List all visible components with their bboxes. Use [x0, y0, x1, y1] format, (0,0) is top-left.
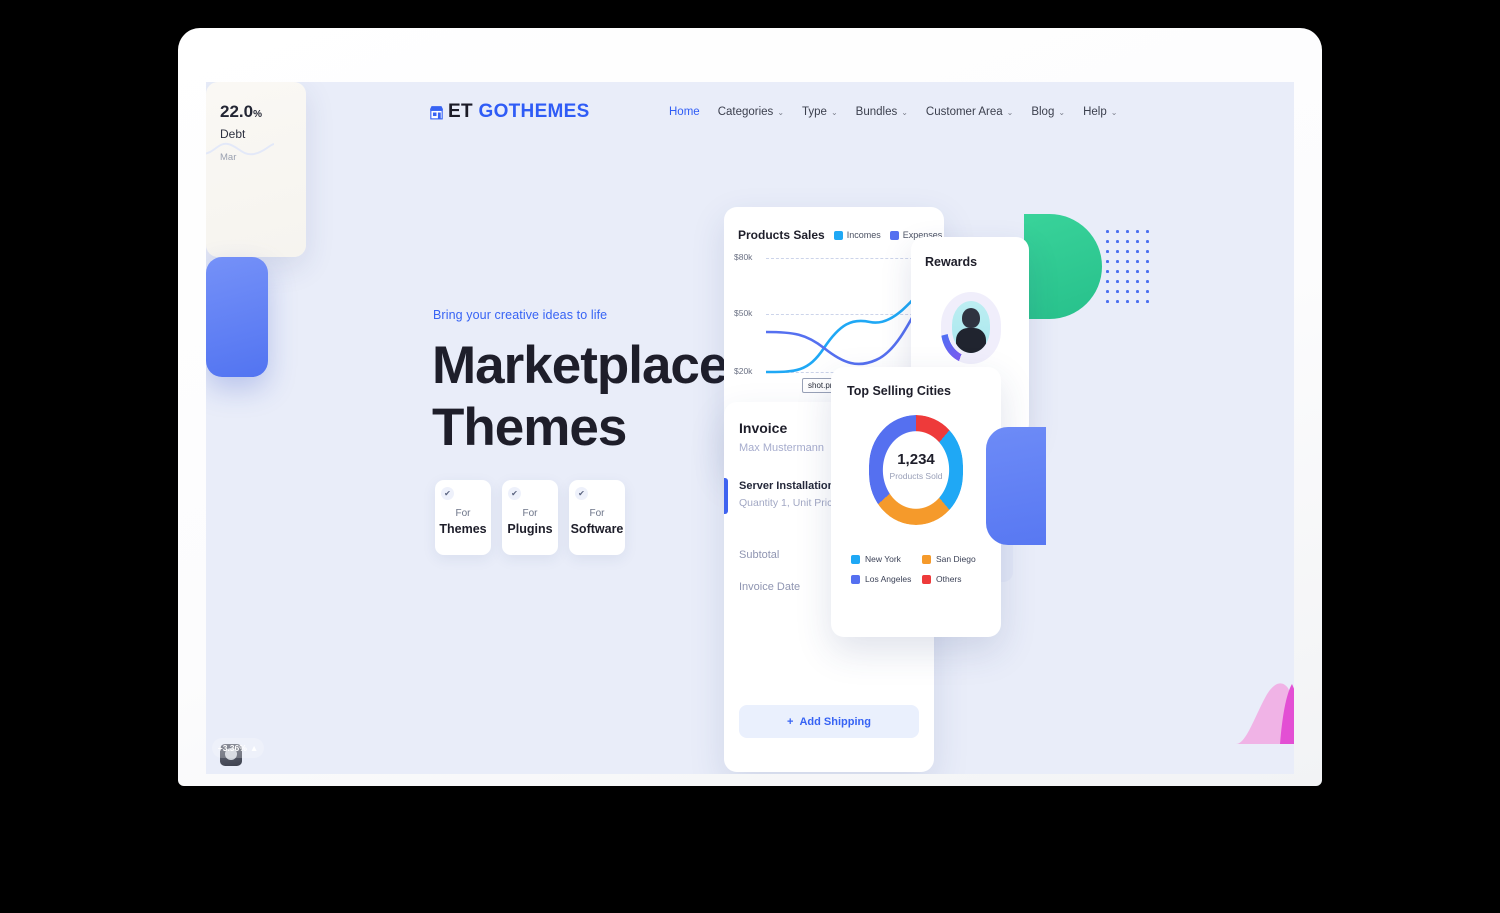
top-selling-cities-title: Top Selling Cities [847, 384, 951, 398]
donut-center-value: 1,234 [897, 451, 935, 468]
legend-label-new-york: New York [865, 554, 901, 564]
nav-label-categories: Categories [717, 106, 774, 118]
site-logo[interactable]: ET GOTHEMES [428, 101, 590, 123]
legend-item-los-angeles: Los Angeles [851, 574, 916, 584]
plus-icon: + [787, 715, 794, 728]
debt-unit: % [253, 109, 262, 120]
nav-item-categories[interactable]: Categories ⌄ [718, 106, 784, 118]
debt-value: 22.0% [220, 102, 262, 121]
legend-swatch-others [922, 574, 931, 584]
legend-label-san-diego: San Diego [936, 554, 976, 564]
laptop-screen: ET GOTHEMES Home Categories ⌄ Type ⌄ Bun… [206, 82, 1294, 774]
green-blob-decoration [1024, 214, 1102, 319]
legend-item-others: Others [922, 574, 987, 584]
nav-label-bundles: Bundles [855, 106, 898, 118]
nav-item-customer-area[interactable]: Customer Area ⌄ [926, 106, 1013, 118]
y-tick-80k: $80k [734, 252, 753, 262]
check-icon: ✔ [508, 487, 521, 500]
nav-label-type: Type [802, 106, 827, 118]
legend-label-others: Others [936, 574, 962, 584]
logo-text-et: ET [448, 101, 473, 122]
chevron-down-icon: ⌄ [777, 108, 785, 117]
feature-card-label: Themes [439, 521, 487, 536]
donut-center-caption: Products Sold [889, 471, 943, 481]
nav-item-type[interactable]: Type ⌄ [802, 106, 838, 118]
chevron-down-icon: ⌄ [1058, 108, 1066, 117]
chevron-down-icon: ⌄ [901, 108, 908, 117]
legend-label-incomes: Incomes [846, 230, 881, 240]
rewards-progress-ring [941, 292, 1001, 364]
nav-label-help: Help [1083, 106, 1107, 118]
legend-swatch-los-angeles [851, 574, 860, 584]
screenshot-stage: ET GOTHEMES Home Categories ⌄ Type ⌄ Bun… [0, 0, 1500, 913]
add-shipping-button[interactable]: + Add Shipping [739, 705, 919, 738]
cities-donut-chart: 1,234 Products Sold [869, 415, 963, 525]
feature-card-plugins[interactable]: ✔ For Plugins [502, 480, 558, 555]
main-navigation: Home Categories ⌄ Type ⌄ Bundles ⌄ Custo… [669, 106, 1117, 118]
nav-item-home[interactable]: Home [669, 106, 700, 118]
legend-swatch-new-york [851, 554, 860, 564]
nav-item-blog[interactable]: Blog ⌄ [1031, 106, 1065, 118]
legend-label-los-angeles: Los Angeles [865, 574, 912, 584]
legend-swatch-incomes [833, 230, 843, 240]
avatar [952, 301, 990, 353]
add-shipping-label: Add Shipping [799, 715, 871, 728]
blue-stat-card: +3.36% ▲ [206, 142, 274, 758]
rewards-title: Rewards [925, 255, 978, 269]
feature-card-for-label: For [455, 507, 471, 519]
nav-label-home: Home [669, 106, 700, 118]
feature-card-themes[interactable]: ✔ For Themes [435, 480, 491, 555]
cities-legend: New York San Diego Los Angeles Others [851, 554, 987, 584]
y-tick-50k: $50k [734, 308, 753, 318]
y-tick-20k: $20k [734, 366, 753, 376]
hero-eyebrow: Bring your creative ideas to life [433, 308, 608, 322]
nav-item-bundles[interactable]: Bundles ⌄ [856, 106, 908, 118]
dot-grid-decoration [1106, 230, 1156, 310]
legend-swatch-expenses [889, 230, 899, 240]
check-icon: ✔ [441, 487, 454, 500]
legend-item-san-diego: San Diego [922, 554, 987, 564]
products-sales-title: Products Sales [738, 228, 825, 242]
nav-label-blog: Blog [1031, 106, 1055, 118]
top-selling-cities-card: Top Selling Cities 1,234 Products Sold N… [831, 367, 1001, 637]
chevron-down-icon: ⌄ [830, 108, 838, 117]
feature-card-for-label: For [522, 507, 538, 519]
site-header: ET GOTHEMES Home Categories ⌄ Type ⌄ Bun… [206, 82, 1294, 152]
legend-item-new-york: New York [851, 554, 916, 564]
legend-swatch-san-diego [922, 554, 931, 564]
nav-label-customer-area: Customer Area [925, 106, 1003, 118]
chevron-down-icon: ⌄ [1006, 108, 1014, 117]
feature-card-label: Software [570, 521, 624, 536]
chevron-down-icon: ⌄ [1110, 108, 1118, 117]
nav-item-help[interactable]: Help ⌄ [1083, 106, 1117, 118]
feature-card-for-label: For [589, 507, 605, 519]
blue-blob-decoration [986, 427, 1046, 545]
check-icon: ✔ [575, 487, 588, 500]
legend-item-incomes: Incomes [833, 230, 881, 240]
feature-card-software[interactable]: ✔ For Software [569, 480, 625, 555]
feature-card-list: ✔ For Themes ✔ For Plugins ✔ For Softwar… [435, 480, 625, 555]
feature-card-label: Plugins [507, 521, 553, 536]
storefront-icon [428, 104, 445, 121]
logo-text-gothemes: GOTHEMES [478, 101, 590, 122]
